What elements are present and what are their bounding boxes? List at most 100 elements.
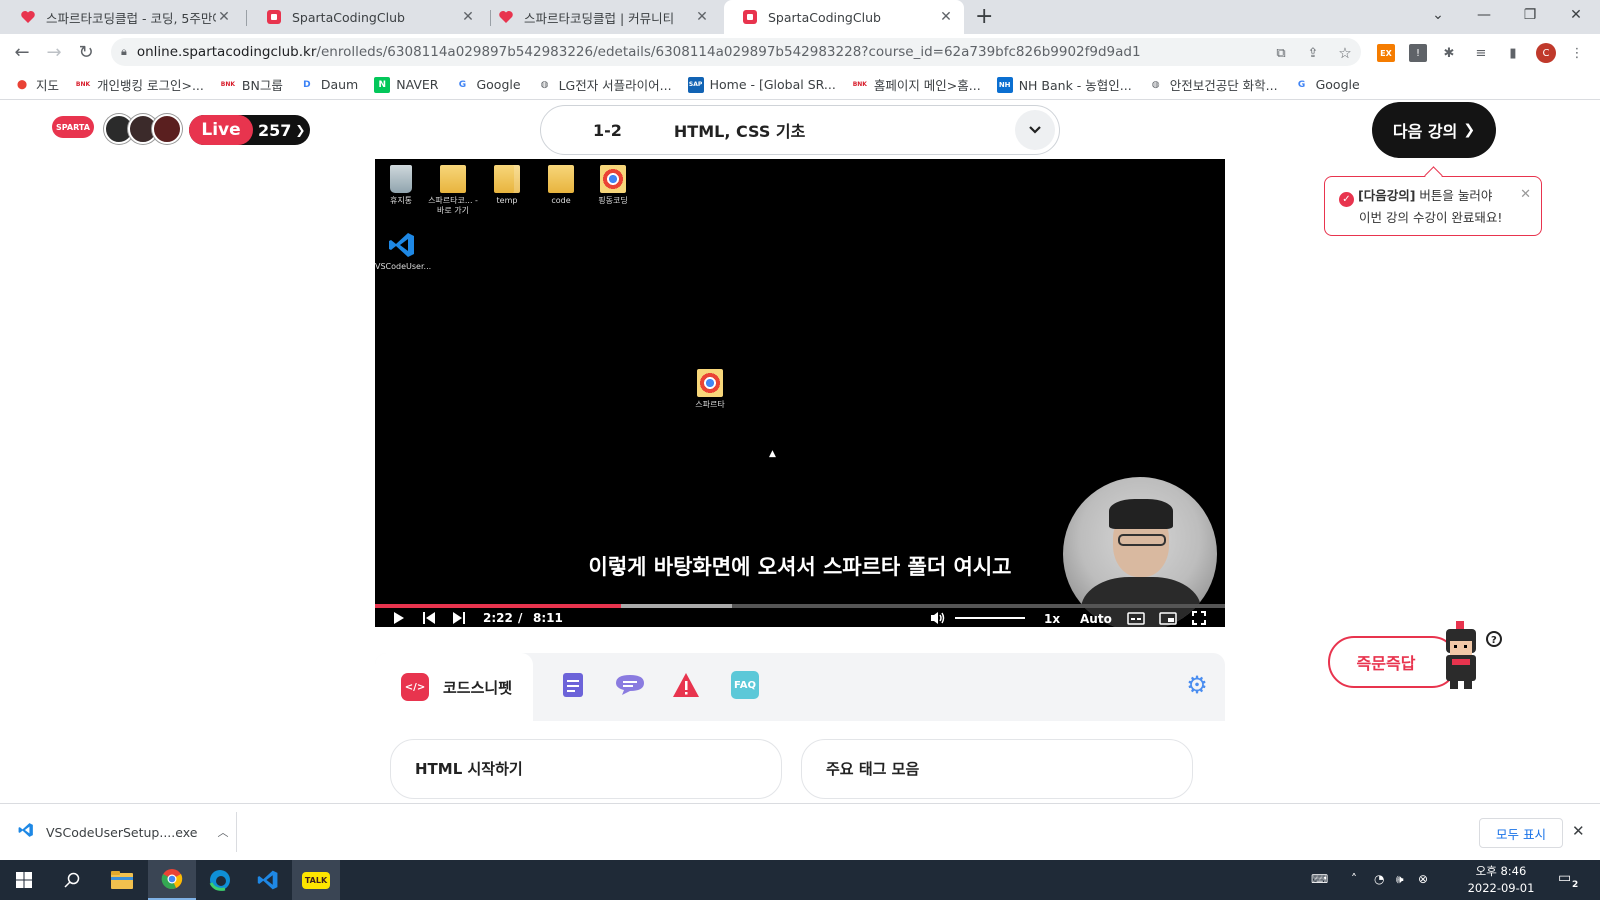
bookmark-item[interactable]: NH NH Bank - 농협인...	[996, 75, 1132, 94]
live-dropdown[interactable]: Live 257 ❯	[189, 115, 310, 145]
play-icon[interactable]	[391, 610, 407, 626]
url-path: /enrolleds/6308114a029897b542983226/edet…	[316, 44, 1141, 60]
next-icon[interactable]	[451, 610, 467, 626]
rtan-mascot-icon[interactable]: ?	[1436, 621, 1506, 691]
tab-4-active[interactable]: SpartaCodingClub ✕	[724, 0, 964, 34]
forward-icon[interactable]: →	[42, 40, 66, 64]
close-icon[interactable]: ✕	[1572, 822, 1585, 840]
download-item[interactable]: VSCodeUserSetup....exe ︿	[18, 818, 236, 846]
bookmark-item[interactable]: ◍ 안전보건공단 화학...	[1148, 75, 1278, 94]
chrome-taskbar-icon[interactable]	[148, 860, 196, 900]
chrome-menu-icon[interactable]: ⋮	[1568, 44, 1586, 62]
kakaotalk-icon[interactable]: TALK	[292, 860, 340, 900]
extension-ex-icon[interactable]: EX	[1377, 44, 1395, 62]
bookmark-item[interactable]: BNK 개인뱅킹 로그인>...	[75, 75, 204, 94]
webcam-glasses	[1118, 534, 1166, 546]
reload-icon[interactable]: ↻	[74, 40, 98, 64]
notes-icon[interactable]	[559, 671, 587, 699]
file-explorer-icon[interactable]	[98, 860, 146, 900]
close-icon[interactable]: ✕	[1520, 184, 1531, 205]
quality-selector[interactable]: Auto	[1080, 611, 1112, 627]
bookmark-item[interactable]: SAP Home - [Global SR...	[687, 76, 836, 93]
speaker-icon[interactable]: 🕪︎	[1396, 872, 1404, 887]
svg-text:?: ?	[1491, 635, 1497, 646]
picture-in-picture-icon[interactable]	[1159, 610, 1177, 626]
chrome-file-icon	[697, 369, 723, 397]
bookmark-star-icon[interactable]: ☆	[1336, 44, 1354, 62]
snippet-card[interactable]: 주요 태그 모음	[801, 739, 1193, 799]
chevron-up-icon[interactable]: ˄	[1351, 872, 1357, 886]
share-icon[interactable]: ⇪	[1304, 44, 1322, 62]
fullscreen-icon[interactable]	[1191, 610, 1207, 626]
volume-slider[interactable]	[955, 617, 1025, 619]
close-window-icon[interactable]: ✕	[1553, 0, 1599, 30]
bn-icon: BNK	[220, 81, 236, 88]
next-lesson-button[interactable]: 다음 강의 ❯	[1372, 102, 1496, 158]
restore-icon[interactable]: ❐	[1507, 0, 1553, 30]
vscode-taskbar-icon[interactable]	[244, 860, 292, 900]
windows-start-icon[interactable]	[0, 860, 48, 900]
new-tab-icon[interactable]: +	[975, 4, 993, 29]
show-all-downloads-button[interactable]: 모두 표시	[1479, 818, 1563, 848]
taskbar-clock[interactable]: 오후 8:46 2022-09-01	[1462, 863, 1540, 897]
network-icon[interactable]: ◔	[1374, 872, 1384, 886]
tab-close-icon[interactable]: ✕	[938, 9, 954, 25]
extension-info-icon[interactable]: !	[1409, 44, 1427, 62]
tab-code-snippets[interactable]: </> 코드스니펫	[375, 653, 533, 721]
tab-close-icon[interactable]: ✕	[460, 9, 476, 25]
warning-icon[interactable]	[671, 671, 701, 699]
captions-icon[interactable]	[1127, 610, 1145, 626]
settings-gear-icon[interactable]: ⚙	[1183, 671, 1211, 699]
ime-status-icon[interactable]: ⊗	[1418, 872, 1428, 886]
side-panel-icon[interactable]: ▮	[1504, 44, 1522, 62]
edge-icon[interactable]	[196, 860, 244, 900]
bookmark-item[interactable]: N NAVER	[374, 76, 438, 93]
tab-title: SpartaCodingClub	[768, 9, 881, 25]
search-icon[interactable]	[48, 860, 96, 900]
tab-2[interactable]: SpartaCodingClub ✕	[248, 0, 486, 34]
bookmark-item[interactable]: G Google	[454, 77, 521, 93]
tab-title: SpartaCodingClub	[292, 9, 405, 25]
faq-icon[interactable]: FAQ	[731, 671, 759, 699]
playback-speed[interactable]: 1x	[1044, 611, 1060, 627]
browser-tab-strip: 스파르타코딩클럽 - 코딩, 5주만에 ✕ SpartaCodingClub ✕…	[0, 0, 1600, 34]
extensions-puzzle-icon[interactable]: ✱	[1440, 44, 1458, 62]
bookmark-label: 안전보건공단 화학...	[1169, 78, 1278, 93]
sparta-logo[interactable]: SPARTA	[52, 116, 94, 138]
bookmark-item[interactable]: ⬤ 지도	[14, 75, 59, 94]
tooltip-line1: 버튼을 눌러야	[1415, 188, 1493, 203]
bookmark-item[interactable]: BNK 홈페이지 메인>홈...	[852, 75, 981, 94]
folder-icon	[548, 165, 574, 193]
minimize-icon[interactable]: —	[1461, 0, 1507, 30]
bookmark-item[interactable]: ◍ LG전자 서플라이어...	[537, 75, 672, 94]
profile-avatar[interactable]: C	[1536, 43, 1556, 63]
bookmark-item[interactable]: D Daum	[299, 77, 358, 93]
previous-icon[interactable]	[421, 610, 437, 626]
chevron-up-icon[interactable]: ︿	[217, 824, 228, 840]
video-player[interactable]: 휴지통 스파르타코... - 바로 가기 temp code 핑동코딩 VSCo…	[375, 159, 1225, 627]
chat-icon[interactable]	[613, 671, 647, 699]
tab-3[interactable]: 스파르타코딩클럽 | 커뮤니티 ✕	[480, 0, 720, 34]
video-controls: 2:22 / 8:11 1x Auto	[375, 610, 1225, 627]
snippet-card[interactable]: HTML 시작하기	[390, 739, 782, 799]
divider	[236, 812, 237, 852]
address-bar[interactable]: 🔒︎ online.spartacodingclub.kr/enrolleds/…	[111, 38, 1361, 66]
chevron-down-icon[interactable]	[1015, 110, 1055, 150]
time-separator: /	[518, 611, 523, 625]
input-method-icon[interactable]: ⌨	[1311, 872, 1328, 886]
bookmark-item[interactable]: BNK BN그룹	[220, 75, 283, 94]
notification-center-icon[interactable]: ▭	[1558, 870, 1571, 886]
bookmark-item[interactable]: G Google	[1294, 77, 1360, 93]
tab-1[interactable]: 스파르타코딩클럽 - 코딩, 5주만에 ✕	[2, 0, 242, 34]
translate-icon[interactable]: ⧉	[1272, 44, 1290, 62]
bookmark-label: Home - [Global SR...	[709, 77, 836, 92]
reading-list-icon[interactable]: ≡	[1472, 44, 1490, 62]
lesson-selector[interactable]: 1-2 HTML, CSS 기초	[540, 105, 1060, 155]
tab-close-icon[interactable]: ✕	[694, 9, 710, 25]
volume-icon[interactable]	[929, 610, 947, 626]
lock-icon: 🔒︎	[121, 45, 127, 58]
video-progress-bar[interactable]	[375, 604, 1225, 608]
back-icon[interactable]: ←	[10, 40, 34, 64]
tab-close-icon[interactable]: ✕	[216, 9, 232, 25]
tab-search-icon[interactable]: ⌄	[1415, 0, 1461, 30]
